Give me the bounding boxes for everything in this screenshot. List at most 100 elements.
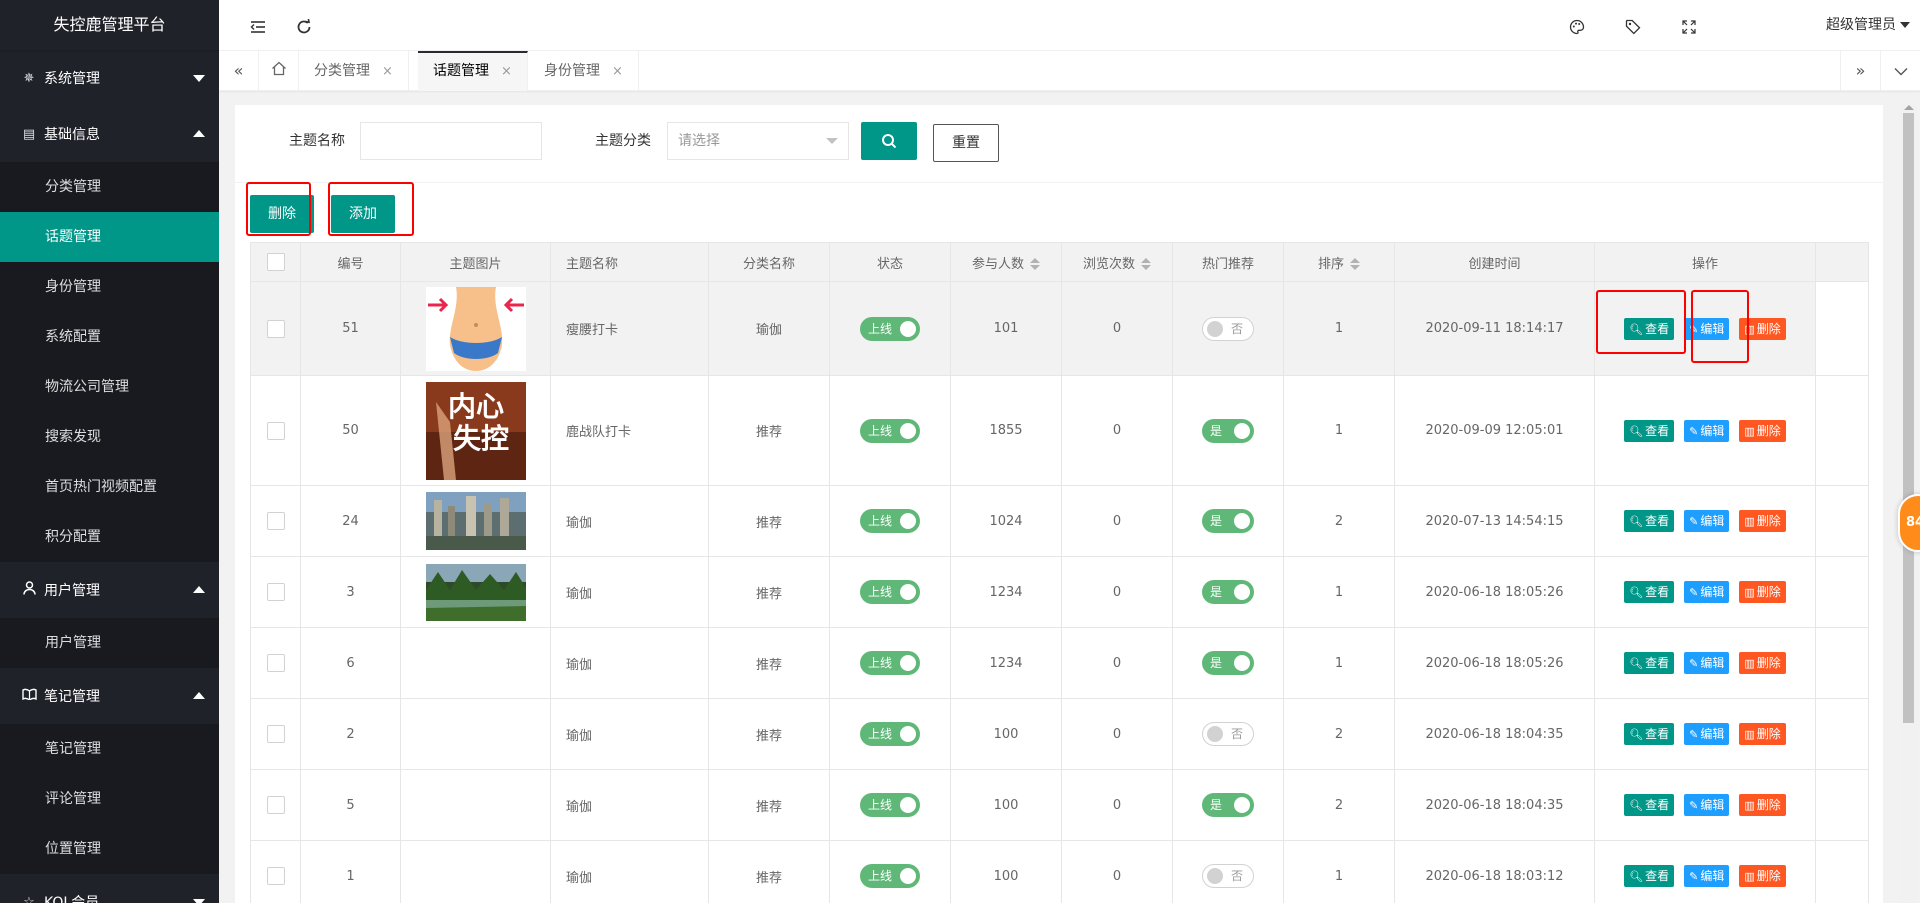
nav-group-kol[interactable]: ☆ KOL会员 (0, 874, 219, 903)
hot-switch[interactable]: 否 (1202, 722, 1254, 746)
nav-group-user[interactable]: 用户管理 (0, 562, 219, 618)
sidebar-item-topic[interactable]: 话题管理 (0, 212, 219, 262)
tab-topic[interactable]: 话题管理 × (418, 51, 528, 91)
hot-switch[interactable]: 是 (1202, 509, 1254, 533)
col-views[interactable]: 浏览次数 (1061, 242, 1173, 282)
view-button[interactable]: 🔍︎ 查看 (1624, 419, 1675, 442)
hot-switch[interactable]: 是 (1202, 580, 1254, 604)
sidebar-item-user-manage[interactable]: 用户管理 (0, 618, 219, 668)
refresh-icon[interactable] (289, 0, 319, 51)
delete-row-button[interactable]: ▥ 删除 (1739, 317, 1786, 340)
delete-row-button[interactable]: ▥ 删除 (1739, 652, 1786, 674)
home-icon[interactable] (259, 51, 299, 91)
status-switch[interactable]: 上线 (860, 509, 920, 533)
close-icon[interactable]: × (612, 64, 623, 79)
nav-group-notes[interactable]: 笔记管理 (0, 668, 219, 724)
view-button[interactable]: 🔍︎ 查看 (1624, 794, 1675, 816)
hot-switch[interactable]: 是 (1202, 793, 1254, 817)
row-checkbox[interactable] (266, 319, 285, 338)
hot-switch[interactable]: 否 (1202, 864, 1254, 888)
view-button[interactable]: 🔍︎ 查看 (1624, 510, 1675, 532)
sidebar-item-comment-manage[interactable]: 评论管理 (0, 774, 219, 824)
sidebar-item-identity[interactable]: 身份管理 (0, 262, 219, 312)
row-checkbox[interactable] (266, 421, 285, 440)
edit-button[interactable]: ✎ 编辑 (1684, 652, 1730, 674)
status-switch[interactable]: 上线 (860, 793, 920, 817)
select-all-checkbox[interactable] (266, 253, 285, 271)
edit-button[interactable]: ✎ 编辑 (1684, 581, 1730, 603)
view-button[interactable]: 🔍︎ 查看 (1624, 723, 1675, 745)
sidebar-item-logistics[interactable]: 物流公司管理 (0, 362, 219, 412)
theme-palette-icon[interactable] (1562, 0, 1592, 51)
tag-icon[interactable] (1618, 0, 1648, 51)
status-switch[interactable]: 上线 (860, 722, 920, 746)
sort-icon[interactable] (1030, 258, 1040, 270)
sidebar-item-system-config[interactable]: 系统配置 (0, 312, 219, 362)
delete-row-button[interactable]: ▥ 删除 (1739, 723, 1786, 745)
sidebar-item-points[interactable]: 积分配置 (0, 512, 219, 562)
edit-button[interactable]: ✎ 编辑 (1684, 510, 1730, 532)
status-switch[interactable]: 上线 (860, 864, 920, 888)
tab-identity[interactable]: 身份管理 × (529, 51, 639, 91)
sidebar-item-hot-video[interactable]: 首页热门视频配置 (0, 462, 219, 512)
sidebar-item-search-discover[interactable]: 搜索发现 (0, 412, 219, 462)
table-row: 5 瑜伽 推荐 上线 100 0 是 2 2020-06-18 18:04:35 🔍︎ 查看 ✎ 编辑 ▥… (250, 769, 1869, 841)
delete-row-button[interactable]: ▥ 删除 (1739, 581, 1786, 603)
edit-button[interactable]: ✎ 编辑 (1684, 794, 1730, 816)
delete-row-button[interactable]: ▥ 删除 (1739, 510, 1786, 532)
close-icon[interactable]: × (501, 64, 512, 79)
tabs-dropdown-icon[interactable] (1880, 51, 1920, 91)
delete-button[interactable]: 删除 (250, 195, 314, 233)
search-button[interactable] (861, 122, 917, 160)
nav-group-system[interactable]: ✵ 系统管理 (0, 50, 219, 106)
view-button[interactable]: 🔍︎ 查看 (1624, 581, 1675, 603)
floating-badge[interactable]: 84 (1898, 494, 1920, 552)
scrollbar-thumb[interactable] (1903, 113, 1914, 723)
col-sort[interactable]: 排序 (1283, 242, 1395, 282)
col-participants[interactable]: 参与人数 (950, 242, 1062, 282)
hot-switch[interactable]: 否 (1202, 316, 1254, 341)
menu-collapse-icon[interactable] (243, 0, 273, 51)
cell-image (400, 627, 551, 699)
sidebar-item-location-manage[interactable]: 位置管理 (0, 824, 219, 874)
fullscreen-icon[interactable] (1674, 0, 1704, 51)
col-name: 主题名称 (550, 242, 709, 282)
close-icon[interactable]: × (382, 64, 393, 79)
status-switch[interactable]: 上线 (860, 651, 920, 675)
edit-button[interactable]: ✎ 编辑 (1684, 865, 1730, 887)
view-button[interactable]: 🔍︎ 查看 (1624, 652, 1675, 674)
status-switch[interactable]: 上线 (860, 580, 920, 604)
sidebar-item-category[interactable]: 分类管理 (0, 162, 219, 212)
delete-row-button[interactable]: ▥ 删除 (1739, 419, 1786, 442)
nav-group-base-info[interactable]: ▤ 基础信息 (0, 106, 219, 162)
edit-button[interactable]: ✎ 编辑 (1684, 723, 1730, 745)
user-menu[interactable]: 超级管理员 (1826, 0, 1910, 51)
hot-switch[interactable]: 是 (1202, 651, 1254, 675)
tabs-scroll-left-icon[interactable]: « (219, 51, 259, 91)
sort-icon[interactable] (1350, 258, 1360, 270)
hot-switch[interactable]: 是 (1202, 418, 1254, 443)
delete-row-button[interactable]: ▥ 删除 (1739, 865, 1786, 887)
tabs-scroll-right-icon[interactable]: » (1840, 51, 1880, 91)
sort-icon[interactable] (1141, 258, 1151, 270)
edit-button[interactable]: ✎ 编辑 (1684, 419, 1730, 442)
sidebar-item-note-manage[interactable]: 笔记管理 (0, 724, 219, 774)
view-button[interactable]: 🔍︎ 查看 (1624, 865, 1675, 887)
tab-category[interactable]: 分类管理 × (299, 51, 409, 91)
reset-button[interactable]: 重置 (933, 124, 999, 162)
row-checkbox[interactable] (266, 512, 285, 530)
status-switch[interactable]: 上线 (860, 316, 920, 341)
row-checkbox[interactable] (266, 725, 285, 743)
row-checkbox[interactable] (266, 583, 285, 601)
add-button[interactable]: 添加 (331, 195, 395, 233)
edit-button[interactable]: ✎ 编辑 (1684, 317, 1730, 340)
scroll-up-arrow[interactable] (1904, 105, 1914, 110)
view-button[interactable]: 🔍︎ 查看 (1624, 317, 1675, 340)
row-checkbox[interactable] (266, 867, 285, 885)
topic-name-input[interactable] (360, 122, 542, 160)
delete-row-button[interactable]: ▥ 删除 (1739, 794, 1786, 816)
row-checkbox[interactable] (266, 654, 285, 672)
row-checkbox[interactable] (266, 796, 285, 814)
topic-category-select[interactable]: 请选择 (667, 122, 849, 160)
status-switch[interactable]: 上线 (860, 418, 920, 443)
